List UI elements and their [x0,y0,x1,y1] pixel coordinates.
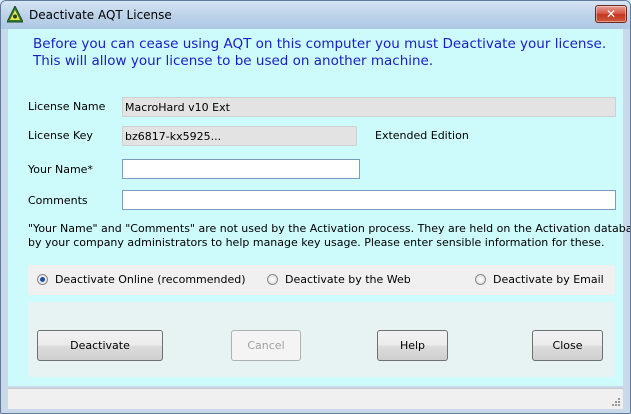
deactivate-button[interactable]: Deactivate [37,330,163,361]
your-name-label: Your Name* [28,163,93,176]
license-name-field: MacroHard v10 Ext [122,97,616,117]
aqt-app-icon [7,6,23,23]
help-button[interactable]: Help [377,330,448,361]
button-panel: Deactivate Cancel Help Close [28,302,615,377]
radio-web-label: Deactivate by the Web [285,273,411,286]
license-key-label: License Key [28,129,93,142]
title-bar[interactable]: Deactivate AQT License ✕ [1,1,630,29]
radio-deactivate-online[interactable]: Deactivate Online (recommended) [37,273,246,286]
window-close-button[interactable]: ✕ [595,5,627,23]
window-title: Deactivate AQT License [29,8,172,22]
radio-unselected-icon [267,274,278,285]
dialog-client-area: Before you can cease using AQT on this c… [8,29,630,386]
usage-note-line-2: by your company administrators to help m… [28,236,605,249]
usage-note-line-1: "Your Name" and "Comments" are not used … [28,222,630,235]
radio-online-label: Deactivate Online (recommended) [55,273,246,286]
radio-selected-icon [37,274,48,285]
comments-input[interactable] [122,190,616,210]
radio-deactivate-email[interactable]: Deactivate by Email [475,273,604,286]
dialog-window: Deactivate AQT License ✕ Before you can … [0,0,631,414]
resize-grip-icon[interactable] [611,397,621,407]
deactivation-method-group: Deactivate Online (recommended) Deactiva… [28,265,615,295]
comments-label: Comments [28,194,88,207]
your-name-input[interactable] [122,159,360,179]
info-line-1: Before you can cease using AQT on this c… [33,36,607,52]
status-bar [8,388,623,409]
edition-label: Extended Edition [375,129,469,142]
close-button[interactable]: Close [532,330,603,361]
license-key-field: bz6817-kx5925... [122,126,357,146]
radio-unselected-icon [475,274,486,285]
close-icon: ✕ [605,7,617,21]
info-message: Before you can cease using AQT on this c… [33,36,623,70]
cancel-button[interactable]: Cancel [231,330,301,361]
radio-email-label: Deactivate by Email [493,273,604,286]
info-line-2: This will allow your license to be used … [33,53,434,69]
usage-note: "Your Name" and "Comments" are not used … [28,222,630,250]
radio-deactivate-web[interactable]: Deactivate by the Web [267,273,411,286]
license-name-label: License Name [28,100,106,113]
